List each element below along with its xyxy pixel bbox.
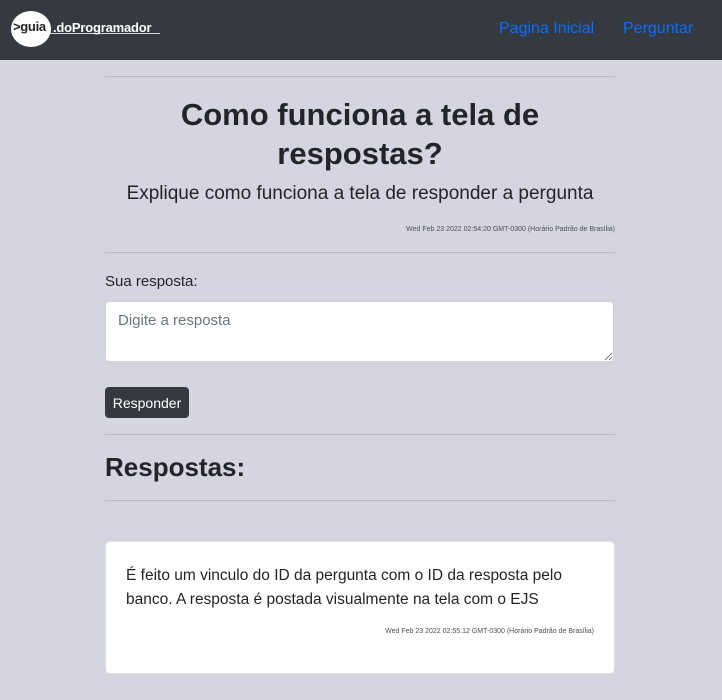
divider-top <box>105 76 615 77</box>
answers-heading: Respostas: <box>105 452 246 482</box>
logo-underline <box>48 33 160 34</box>
divider-question <box>105 252 615 253</box>
answer-card: É feito um vinculo do ID da pergunta com… <box>105 541 615 674</box>
divider-form <box>105 434 615 435</box>
logo-text-guia[interactable]: >guia <box>13 19 46 34</box>
question-title: Como funciona a tela de respostas? <box>180 97 540 171</box>
nav-link-perguntar[interactable]: Perguntar <box>623 20 693 38</box>
navbar: >guia .doProgramador Pagina Inicial Perg… <box>0 0 722 60</box>
answer-date: Wed Feb 23 2022 02:55:12 GMT-0300 (Horár… <box>385 628 594 635</box>
nav-link-pagina-inicial[interactable]: Pagina Inicial <box>499 20 594 38</box>
question-date: Wed Feb 23 2022 02:54:20 GMT-0300 (Horár… <box>406 226 615 233</box>
submit-answer-button[interactable]: Responder <box>105 387 189 418</box>
answer-textarea[interactable] <box>105 301 614 362</box>
answer-text: É feito um vinculo do ID da pergunta com… <box>126 567 562 608</box>
question-description: Explique como funciona a tela de respond… <box>126 183 594 204</box>
divider-answers <box>105 500 615 501</box>
answer-label: Sua resposta: <box>105 273 198 290</box>
